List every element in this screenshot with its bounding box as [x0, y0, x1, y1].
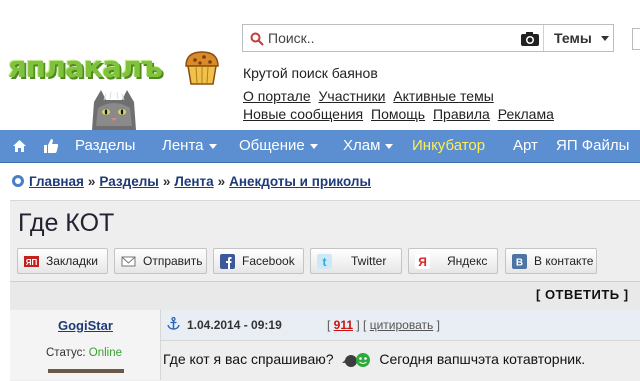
share-label: Отправить: [143, 254, 203, 268]
link-help[interactable]: Помощь: [371, 106, 425, 122]
post-author-link[interactable]: GogiStar: [58, 318, 113, 333]
main-nav: Разделы Лента Общение Хлам Инкубатор Арт…: [0, 130, 640, 163]
nav-community[interactable]: Общение: [239, 130, 318, 162]
breadcrumb-home[interactable]: Главная: [29, 174, 84, 189]
svg-text:ЯП: ЯП: [26, 258, 38, 267]
nav-incubator[interactable]: Инкубатор: [412, 130, 485, 162]
nav-label: Хлам: [343, 137, 381, 154]
share-facebook-button[interactable]: Facebook: [213, 248, 304, 274]
post-date: 1.04.2014 - 09:19: [187, 318, 282, 332]
share-label: Закладки: [46, 254, 98, 268]
twitter-icon: t: [317, 254, 332, 269]
share-vk-button[interactable]: B В контакте: [505, 248, 597, 274]
avatar[interactable]: [48, 369, 124, 373]
nav-label: Лента: [162, 137, 204, 154]
post-text-part2: Сегодня вапшчэта котавторник.: [379, 351, 586, 367]
nav-label: Арт: [513, 137, 538, 154]
edge-box: [632, 28, 640, 50]
link-active-topics[interactable]: Активные темы: [393, 88, 494, 104]
nav-label: Общение: [239, 137, 305, 154]
breadcrumb-feed[interactable]: Лента: [174, 174, 213, 189]
cat-smiley-icon: [342, 353, 371, 367]
nav-art[interactable]: Арт: [513, 130, 538, 162]
svg-text:Я: Я: [418, 255, 427, 269]
share-label: Facebook: [242, 254, 295, 268]
post-text-part1: Где кот я вас спрашиваю?: [163, 351, 334, 367]
nav-junk[interactable]: Хлам: [343, 130, 394, 162]
logo-text: яплакалъ: [8, 50, 163, 84]
breadcrumb-separator: »: [162, 174, 171, 189]
breadcrumb-sections[interactable]: Разделы: [99, 174, 158, 189]
breadcrumb: Главная» Разделы» Лента» Анекдоты и приколы: [11, 174, 371, 189]
home-icon[interactable]: [12, 139, 27, 153]
nav-files[interactable]: ЯП Файлы: [556, 130, 629, 162]
search-icon[interactable]: [250, 32, 264, 46]
quote-link[interactable]: цитировать: [370, 318, 434, 332]
status-label: Статус:: [46, 347, 86, 359]
site-logo[interactable]: яплакалъ: [8, 46, 219, 130]
share-twitter-button[interactable]: t Twitter: [310, 248, 402, 274]
nav-label: ЯП Файлы: [556, 137, 630, 154]
nav-label: Инкубатор: [412, 137, 486, 154]
search-input[interactable]: [268, 28, 508, 48]
chevron-down-icon: [208, 143, 217, 149]
toplinks-row1: О портале Участники Активные темы: [243, 88, 498, 104]
camera-icon[interactable]: [520, 31, 540, 47]
share-label: В контакте: [534, 254, 594, 268]
link-members[interactable]: Участники: [319, 88, 386, 104]
envelope-icon: [121, 256, 136, 267]
search-scope-select[interactable]: Темы: [543, 25, 614, 51]
search-scope-label: Темы: [554, 30, 592, 46]
post-number-link[interactable]: 911: [334, 318, 353, 332]
anchor-icon[interactable]: [167, 317, 180, 330]
muffin-icon: [185, 51, 219, 85]
share-label: Twitter: [351, 254, 387, 268]
link-rules[interactable]: Правила: [433, 106, 490, 122]
post-meta: [ 911 ] [ цитировать ]: [327, 318, 440, 332]
page-title: Где КОТ: [18, 209, 115, 237]
share-label: Яндекс: [447, 254, 488, 268]
breadcrumb-separator: »: [217, 174, 226, 189]
toplinks-row2: Новые сообщения Помощь Правила Реклама: [243, 106, 558, 122]
nav-sections[interactable]: Разделы: [75, 130, 135, 162]
search-bar: Темы: [242, 24, 614, 52]
yandex-icon: Я: [415, 254, 430, 269]
breadcrumb-separator: »: [87, 174, 96, 189]
status-badge: Online: [88, 347, 123, 359]
post-body: Где кот я вас спрашиваю? Сегодня вапшчэт…: [163, 349, 585, 369]
post-author-status: Статус: Online: [46, 347, 122, 359]
breadcrumb-home-icon: [12, 175, 24, 187]
reply-button[interactable]: [ ОТВЕТИТЬ ]: [536, 287, 629, 302]
share-send-button[interactable]: Отправить: [114, 248, 207, 274]
chevron-down-icon: [309, 143, 318, 149]
vkontakte-icon: B: [512, 254, 527, 269]
chevron-down-icon: [385, 143, 394, 149]
link-new-posts[interactable]: Новые сообщения: [243, 106, 363, 122]
thumbs-up-icon[interactable]: [43, 138, 59, 154]
svg-text:t: t: [323, 255, 327, 269]
share-yandex-button[interactable]: Я Яндекс: [408, 248, 498, 274]
breadcrumb-jokes[interactable]: Анекдоты и приколы: [229, 174, 371, 189]
nav-feed[interactable]: Лента: [162, 130, 217, 162]
chevron-down-icon: [601, 36, 609, 41]
nav-label: Разделы: [75, 137, 136, 154]
yap-bookmark-icon: ЯП: [24, 256, 39, 267]
tagline: Крутой поиск баянов: [243, 65, 378, 81]
link-ads[interactable]: Реклама: [498, 106, 554, 122]
link-about[interactable]: О портале: [243, 88, 311, 104]
svg-text:B: B: [516, 258, 523, 269]
facebook-icon: [220, 254, 235, 269]
cat-icon: [92, 90, 136, 130]
share-bookmarks-button[interactable]: ЯП Закладки: [17, 248, 108, 274]
